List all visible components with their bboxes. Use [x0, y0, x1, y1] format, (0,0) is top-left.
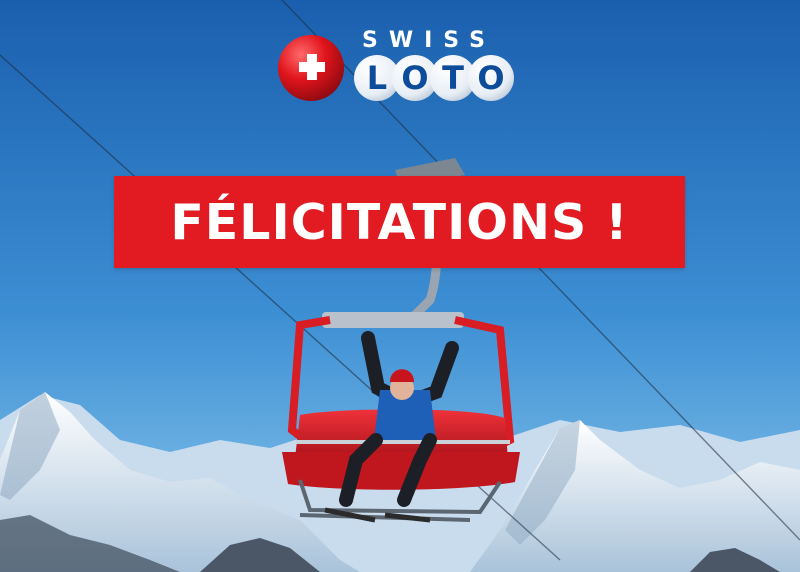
- logo-letter: T: [442, 59, 464, 97]
- congratulations-banner: FÉLICITATIONS !: [114, 176, 685, 268]
- lift-crossbar: [322, 312, 464, 328]
- banner-headline: FÉLICITATIONS !: [170, 193, 629, 251]
- chair-seat: [282, 452, 520, 490]
- logo-letter: O: [477, 59, 504, 97]
- logo-letter: O: [401, 59, 428, 97]
- logo-letter: L: [367, 59, 387, 97]
- logo-letter-balls: L O T O: [354, 55, 514, 101]
- swiss-loto-logo: L O T O: [278, 35, 514, 101]
- swiss-cross-ball-icon: [278, 35, 344, 101]
